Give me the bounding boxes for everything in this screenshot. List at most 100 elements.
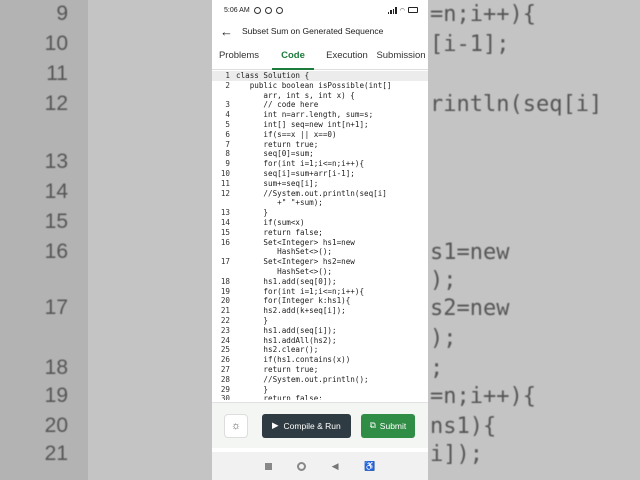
- tab-submission[interactable]: Submission: [374, 42, 428, 69]
- code-text: for(Integer k:hs1){: [236, 296, 351, 306]
- code-line: HashSet<>();: [212, 267, 428, 277]
- background-code-text: =n;i++){: [430, 384, 536, 409]
- code-text: }: [236, 315, 269, 325]
- code-line: 17 Set<Integer> hs2=new: [212, 257, 428, 267]
- accessibility-icon[interactable]: ♿: [364, 461, 375, 472]
- submit-button[interactable]: ⧉ Submit: [360, 413, 416, 438]
- code-text: int[] seq=new int[n+1];: [236, 119, 369, 129]
- code-line: 11 sum+=seq[i];: [212, 179, 428, 189]
- code-line: 23 hs1.add(seq[i]);: [212, 326, 428, 336]
- code-text: //System.out.println(seq[i]: [236, 188, 387, 198]
- submit-icon: ⧉: [369, 420, 376, 430]
- background-line-number: 13: [44, 150, 68, 173]
- back-arrow-icon[interactable]: ←: [220, 24, 233, 39]
- status-time: 5:06 AM: [224, 6, 250, 14]
- tab-execution[interactable]: Execution: [320, 42, 374, 69]
- alarm-icon: [253, 6, 261, 14]
- line-number: 8: [225, 149, 230, 159]
- line-number: [212, 267, 236, 277]
- code-text: if(s==x || x==0): [236, 129, 337, 139]
- line-number: 19: [220, 286, 230, 296]
- background-code-text: s2=new: [430, 296, 510, 321]
- back-triangle-icon[interactable]: ◀: [332, 461, 339, 472]
- background-code-text: =n;i++){: [430, 2, 536, 27]
- code-text: for(int i=1;i<=n;i++){: [236, 159, 365, 169]
- line-number: 12: [220, 188, 230, 198]
- background-line-number: 9: [56, 2, 68, 25]
- line-number: 29: [220, 384, 230, 394]
- background-line-number: 18: [44, 356, 68, 379]
- line-number: 7: [225, 139, 230, 149]
- code-line: 7 return true;: [212, 140, 428, 150]
- line-number: 20: [220, 296, 230, 306]
- battery-icon: [408, 7, 418, 13]
- code-text: if(sum<x): [236, 217, 305, 227]
- code-text: for(int i=1;i<=n;i++){: [236, 286, 365, 296]
- code-text: return false;: [236, 394, 323, 400]
- home-icon[interactable]: [297, 461, 307, 471]
- code-line: 20 for(Integer k:hs1){: [212, 296, 428, 306]
- lightbulb-icon[interactable]: ☼: [224, 413, 248, 438]
- code-line: arr, int s, int x) {: [212, 91, 428, 101]
- play-icon: ▶: [272, 420, 279, 430]
- compile-run-label: Compile & Run: [283, 420, 341, 431]
- background-line-number: 15: [44, 210, 68, 233]
- line-number: 22: [220, 315, 230, 325]
- code-editor[interactable]: 1 class Solution {2 public boolean isPoss…: [212, 71, 428, 400]
- code-text: hs1.add(seq[i]);: [236, 325, 337, 335]
- code-line: 28 //System.out.println();: [212, 375, 428, 385]
- line-number: 27: [220, 364, 230, 374]
- background-line-number: 12: [44, 92, 68, 115]
- background-line-number: 17: [44, 296, 68, 319]
- code-line: 19 for(int i=1;i<=n;i++){: [212, 287, 428, 297]
- code-text: if(hs1.contains(x)): [236, 355, 351, 365]
- code-text: class Solution {: [236, 71, 310, 80]
- code-line: 25 hs2.clear();: [212, 345, 428, 355]
- background-code-text: [i-1];: [430, 32, 510, 57]
- code-line: +" "+sum);: [212, 198, 428, 208]
- background-code-text: );: [430, 268, 457, 293]
- line-number: 2: [225, 80, 230, 90]
- code-line: 22 }: [212, 316, 428, 326]
- line-number: [212, 247, 236, 257]
- line-number: 10: [220, 168, 230, 178]
- code-text: HashSet<>();: [236, 247, 333, 257]
- background-line-number: 20: [44, 414, 68, 437]
- code-text: hs2.add(k+seq[i]);: [236, 306, 346, 316]
- code-text: seq[i]=sum+arr[i-1];: [236, 168, 355, 178]
- line-number: 3: [225, 100, 230, 110]
- line-number: 25: [220, 345, 230, 355]
- code-text: //System.out.println();: [236, 374, 369, 384]
- background-line-number: 19: [44, 384, 68, 407]
- background-code-text: s1=new: [430, 240, 510, 265]
- background-line-number: 11: [46, 62, 68, 85]
- tab-bar: Problems Code Execution Submission: [212, 42, 428, 70]
- code-line: 30 return false;: [212, 394, 428, 400]
- tab-problems[interactable]: Problems: [212, 42, 266, 69]
- tab-code[interactable]: Code: [266, 42, 320, 70]
- submit-label: Submit: [379, 420, 407, 431]
- code-line: 21 hs2.add(k+seq[i]);: [212, 306, 428, 316]
- code-text: }: [236, 208, 269, 218]
- code-text: // code here: [236, 100, 319, 110]
- code-text: int n=arr.length, sum=s;: [236, 110, 374, 120]
- code-line: 29 }: [212, 385, 428, 395]
- code-text: arr, int s, int x) {: [236, 90, 355, 100]
- line-number: 13: [220, 208, 230, 218]
- background-code-text: ;: [430, 356, 444, 381]
- action-bar: ☼ ▶ Compile & Run ⧉ Submit: [212, 402, 428, 448]
- code-text: Set<Integer> hs2=new: [236, 257, 355, 267]
- background-line-number: 14: [44, 180, 68, 203]
- line-number: 5: [225, 119, 230, 129]
- phone-screen: 5:06 AM ◠ ← Subset Sum on Generated Sequ…: [212, 0, 428, 480]
- recents-icon[interactable]: [264, 462, 272, 470]
- code-text: hs1.addAll(hs2);: [236, 335, 337, 345]
- system-nav-bar: ◀ ♿: [212, 452, 428, 480]
- code-line: 1 class Solution {: [212, 71, 428, 81]
- line-number: 17: [220, 257, 230, 267]
- code-line: 3 // code here: [212, 100, 428, 110]
- code-line: HashSet<>();: [212, 247, 428, 257]
- app-bar: ← Subset Sum on Generated Sequence: [212, 20, 428, 42]
- line-number: 23: [220, 325, 230, 335]
- compile-run-button[interactable]: ▶ Compile & Run: [262, 413, 351, 438]
